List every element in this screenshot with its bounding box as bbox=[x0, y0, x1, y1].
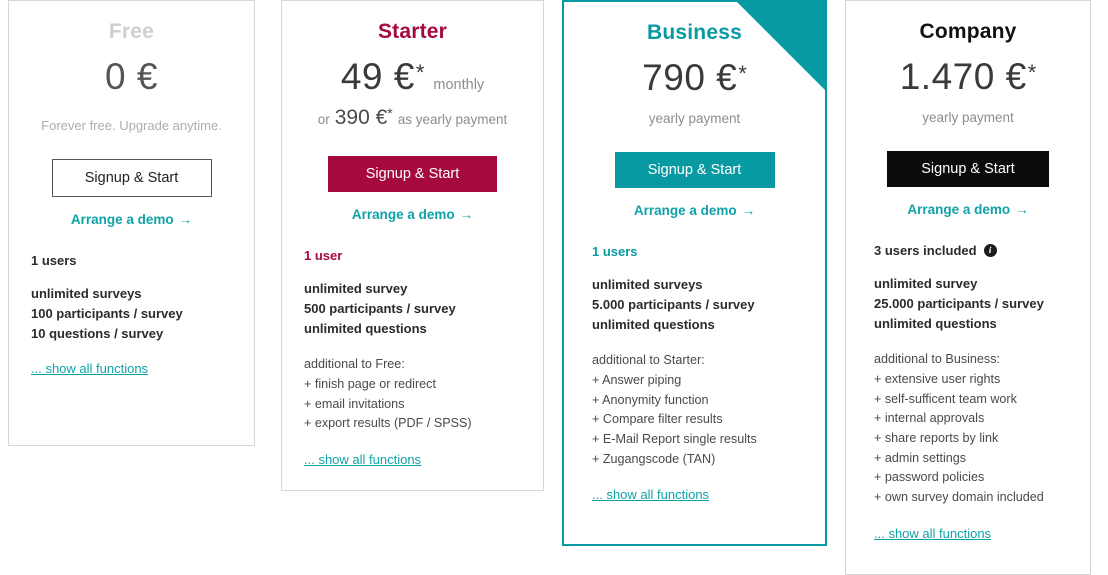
pricing-card-free: Free 0 € Forever free. Upgrade anytime. … bbox=[8, 0, 255, 446]
extra-feature-item: + extensive user rights bbox=[874, 372, 1001, 387]
price-period-starter: monthly bbox=[433, 77, 485, 94]
feature-item: 5.000 participants / survey bbox=[592, 296, 755, 312]
price-amount-business: 790 € bbox=[642, 57, 738, 99]
extra-feature-list-starter: additional to Free: + finish page or red… bbox=[304, 355, 521, 434]
extra-feature-heading: additional to Business: bbox=[874, 352, 1001, 367]
feature-item: unlimited surveys bbox=[592, 277, 703, 293]
show-all-functions-link-free[interactable]: ... show all functions bbox=[31, 361, 148, 376]
price-amount-starter: 49 € bbox=[340, 56, 415, 98]
users-line-starter: 1 user bbox=[304, 248, 343, 264]
arrange-demo-label: Arrange a demo bbox=[351, 207, 455, 223]
price-row-free: 0 € bbox=[31, 56, 232, 98]
feature-item: unlimited questions bbox=[592, 316, 715, 332]
arrow-right-icon: → bbox=[741, 203, 756, 219]
plan-name-free: Free bbox=[108, 20, 155, 43]
price-secondary-amount: 390 € bbox=[334, 106, 388, 130]
plan-name-company: Company bbox=[919, 20, 1017, 43]
free-note: Forever free. Upgrade anytime. bbox=[41, 118, 222, 134]
arrange-demo-label: Arrange a demo bbox=[70, 212, 174, 228]
price-amount-company: 1.470 € bbox=[899, 56, 1027, 98]
extra-feature-heading: additional to Starter: bbox=[592, 353, 705, 368]
extra-feature-item: + internal approvals bbox=[874, 411, 985, 426]
plan-name-business: Business bbox=[647, 21, 742, 44]
signup-button-free[interactable]: Signup & Start bbox=[51, 159, 212, 198]
extra-feature-item: + Anonymity function bbox=[592, 392, 709, 407]
arrange-demo-link-business[interactable]: Arrange a demo → bbox=[592, 203, 797, 218]
price-secondary-prefix: or bbox=[317, 112, 330, 128]
pricing-card-company: Company 1.470 € * yearly payment Signup &… bbox=[845, 0, 1091, 575]
feature-item: 500 participants / survey bbox=[304, 300, 456, 316]
plan-name-starter: Starter bbox=[377, 20, 448, 43]
show-all-functions-link-company[interactable]: ... show all functions bbox=[874, 526, 991, 541]
arrange-demo-label: Arrange a demo bbox=[633, 203, 737, 219]
extra-feature-list-company: additional to Business: + extensive user… bbox=[874, 350, 1062, 507]
price-row-starter: 49 € * monthly bbox=[340, 56, 485, 98]
price-secondary-starter: or 390 € * as yearly payment bbox=[317, 105, 508, 130]
extra-feature-item: + share reports by link bbox=[874, 431, 999, 445]
feature-item: 10 questions / survey bbox=[31, 325, 164, 341]
pricing-card-business: Business 790 € * yearly payment Signup & … bbox=[562, 0, 827, 546]
pricing-table: Free 0 € Forever free. Upgrade anytime. … bbox=[0, 0, 1108, 575]
extra-feature-item: + self-sufficent team work bbox=[874, 391, 1017, 406]
feature-item: unlimited survey bbox=[304, 281, 408, 297]
users-line-free: 1 users bbox=[31, 253, 77, 269]
show-all-functions-link-starter[interactable]: ... show all functions bbox=[304, 452, 421, 467]
feature-list-starter: unlimited survey 500 participants / surv… bbox=[304, 279, 521, 338]
signup-button-starter[interactable]: Signup & Start bbox=[328, 156, 497, 193]
feature-item: unlimited questions bbox=[874, 315, 997, 331]
price-row-company: 1.470 € * bbox=[899, 56, 1037, 98]
info-icon[interactable]: i bbox=[983, 244, 997, 258]
payment-note-business: yearly payment bbox=[648, 111, 741, 127]
arrow-right-icon: → bbox=[459, 207, 474, 223]
arrow-right-icon: → bbox=[178, 212, 193, 228]
payment-note-company: yearly payment bbox=[922, 110, 1014, 126]
users-line-company: 3 users included i bbox=[874, 243, 1062, 258]
users-line-business: 1 users bbox=[592, 244, 638, 260]
feature-item: 100 participants / survey bbox=[31, 305, 183, 321]
extra-feature-item: + password policies bbox=[874, 470, 985, 485]
extra-feature-item: + Zugangscode (TAN) bbox=[592, 451, 716, 466]
feature-list-business: unlimited surveys 5.000 participants / s… bbox=[592, 275, 797, 334]
price-secondary-note: as yearly payment bbox=[397, 112, 508, 128]
extra-feature-list-business: additional to Starter: + Answer piping +… bbox=[592, 351, 797, 469]
feature-item: unlimited survey bbox=[874, 276, 978, 292]
signup-button-business[interactable]: Signup & Start bbox=[614, 152, 775, 189]
arrow-right-icon: → bbox=[1015, 202, 1029, 218]
arrange-demo-link-starter[interactable]: Arrange a demo → bbox=[304, 207, 521, 222]
extra-feature-heading: additional to Free: bbox=[304, 357, 405, 372]
extra-feature-item: + Compare filter results bbox=[592, 412, 723, 427]
price-amount-free: 0 € bbox=[105, 56, 158, 98]
extra-feature-item: + export results (PDF / SPSS) bbox=[304, 416, 472, 431]
signup-button-company[interactable]: Signup & Start bbox=[887, 151, 1049, 188]
arrange-demo-link-company[interactable]: Arrange a demo → bbox=[874, 202, 1062, 217]
feature-list-free: unlimited surveys 100 participants / sur… bbox=[31, 284, 232, 343]
feature-item: unlimited questions bbox=[304, 320, 427, 336]
users-label: 3 users included bbox=[874, 243, 977, 259]
price-row-business: 790 € * bbox=[642, 57, 747, 99]
extra-feature-item: + Answer piping bbox=[592, 373, 682, 388]
extra-feature-item: + finish page or redirect bbox=[304, 377, 436, 392]
arrange-demo-label: Arrange a demo bbox=[907, 202, 1011, 218]
pricing-card-starter: Starter 49 € * monthly or 390 € * as yearly… bbox=[281, 0, 544, 491]
arrange-demo-link-free[interactable]: Arrange a demo → bbox=[31, 212, 232, 227]
feature-list-company: unlimited survey 25.000 participants / s… bbox=[874, 274, 1062, 333]
extra-feature-item: + email invitations bbox=[304, 396, 405, 411]
feature-item: unlimited surveys bbox=[31, 286, 142, 302]
extra-feature-item: + admin settings bbox=[874, 450, 967, 465]
show-all-functions-link-business[interactable]: ... show all functions bbox=[592, 487, 709, 502]
feature-item: 25.000 participants / survey bbox=[874, 295, 1044, 311]
extra-feature-item: + E-Mail Report single results bbox=[592, 432, 757, 446]
extra-feature-item: + own survey domain included bbox=[874, 489, 1044, 504]
